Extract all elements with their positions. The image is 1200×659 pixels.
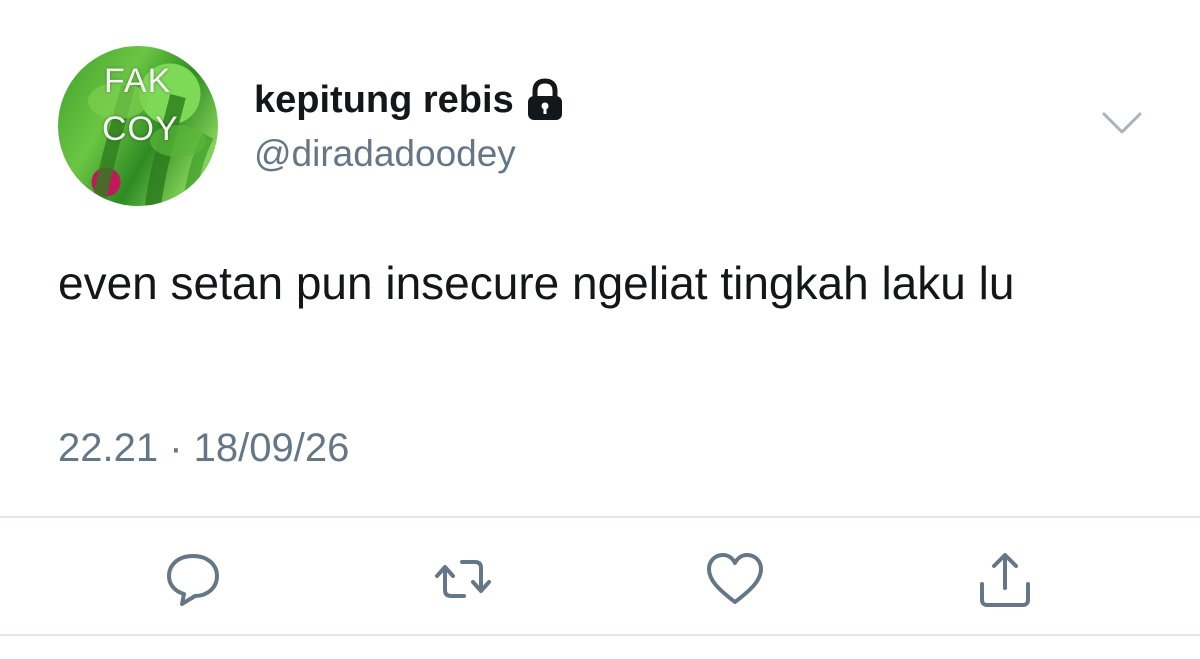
share-button[interactable] — [974, 548, 1036, 610]
divider — [0, 516, 1200, 518]
reply-button[interactable] — [162, 548, 224, 610]
share-icon — [980, 553, 1030, 607]
retweet-icon — [435, 560, 491, 598]
divider — [0, 634, 1200, 636]
display-name-row[interactable]: kepitung rebis — [254, 78, 566, 122]
avatar-text-line2: COY — [102, 110, 179, 148]
tweet-timestamp[interactable]: 22.21 · 18/09/26 — [58, 424, 349, 472]
retweet-button[interactable] — [432, 548, 494, 610]
like-button[interactable] — [704, 548, 766, 610]
avatar-text-line1: FAK — [104, 62, 172, 100]
heart-icon — [707, 553, 763, 604]
tweet-text: even setan pun insecure ngeliat tingkah … — [58, 257, 1015, 309]
reply-icon — [167, 554, 219, 606]
user-handle[interactable]: @diradadoodey — [254, 132, 516, 176]
chevron-down-icon[interactable] — [1100, 108, 1144, 138]
avatar[interactable]: FAK COY — [58, 46, 218, 206]
display-name[interactable]: kepitung rebis — [254, 78, 514, 122]
lock-icon — [524, 78, 566, 122]
